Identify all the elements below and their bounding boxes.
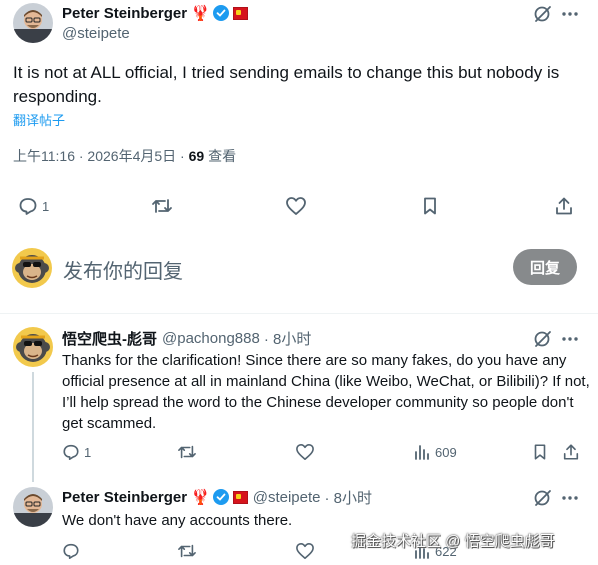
reply-text: We don't have any accounts there.	[62, 512, 293, 529]
reply-author-name[interactable]: 悟空爬虫-彪哥	[62, 328, 157, 349]
share-icon[interactable]	[554, 196, 574, 221]
more-options-icon[interactable]	[560, 330, 580, 348]
like-icon[interactable]	[295, 443, 315, 466]
reply-count: 1	[84, 444, 92, 460]
lobster-icon: 🦞	[191, 5, 210, 22]
verified-badge-icon	[212, 5, 229, 21]
bookmark-icon[interactable]	[420, 196, 440, 221]
reply-action[interactable]: 1	[18, 196, 49, 216]
repost-icon[interactable]	[151, 196, 173, 221]
repost-icon[interactable]	[177, 443, 197, 466]
reply-author-handle[interactable]: @pachong888	[162, 330, 260, 347]
views-action[interactable]: 609	[413, 443, 457, 461]
bookmark-icon[interactable]	[531, 443, 549, 466]
reply-time[interactable]: · 8小时	[264, 328, 312, 349]
analytics-icon[interactable]	[413, 443, 431, 461]
repost-icon[interactable]	[177, 542, 197, 565]
verified-badge-icon	[212, 489, 229, 505]
more-options-icon[interactable]	[560, 5, 580, 23]
reply-composer-input[interactable]: 发布你的回复	[63, 255, 183, 284]
reply-author-handle[interactable]: @steipete	[253, 489, 321, 506]
author-handle[interactable]: @steipete	[62, 25, 130, 42]
post-text: It is not at ALL official, I tried sendi…	[13, 63, 560, 106]
avatar-monkey[interactable]	[13, 327, 53, 367]
lobster-icon: 🦞	[191, 489, 210, 506]
avatar-peter[interactable]	[13, 3, 53, 43]
reply-time[interactable]: · 8小时	[325, 487, 373, 508]
grok-icon[interactable]	[533, 329, 553, 349]
avatar-monkey[interactable]	[12, 248, 52, 288]
share-icon[interactable]	[562, 443, 580, 466]
divider	[0, 313, 598, 314]
reply-icon[interactable]	[62, 542, 80, 565]
grok-icon[interactable]	[533, 488, 553, 508]
reply-button-label: 回复	[529, 259, 560, 277]
reply-count: 1	[42, 198, 50, 214]
reply-action[interactable]: 1	[62, 443, 91, 461]
views-count: 69	[188, 148, 205, 164]
reply-icon[interactable]	[18, 196, 38, 216]
like-icon[interactable]	[295, 542, 315, 565]
reply-text: Thanks for the clarification! Since ther…	[62, 352, 590, 432]
author-name[interactable]: Peter Steinberger	[62, 5, 187, 22]
views-count: 609	[435, 444, 457, 460]
avatar-peter[interactable]	[13, 487, 53, 527]
flag-icon	[232, 6, 248, 20]
more-options-icon[interactable]	[560, 489, 580, 507]
translate-post-link[interactable]: 翻译帖子	[13, 110, 65, 129]
reply-author-name[interactable]: Peter Steinberger	[62, 489, 187, 506]
flag-icon	[232, 490, 248, 504]
thread-line	[32, 372, 34, 482]
reply-icon[interactable]	[62, 443, 80, 461]
reply-button[interactable]: 回复	[513, 249, 577, 285]
grok-icon[interactable]	[533, 4, 553, 24]
watermark: 掘金技术社区 @ 悟空爬虫彪哥	[351, 533, 555, 550]
post-timestamp: 上午11:16 · 2026年4月5日 · 69 查看	[13, 146, 236, 166]
post-time[interactable]: 上午11:16 · 2026年4月5日 ·	[13, 148, 189, 164]
views-label: 查看	[204, 148, 237, 164]
like-icon[interactable]	[285, 196, 307, 221]
